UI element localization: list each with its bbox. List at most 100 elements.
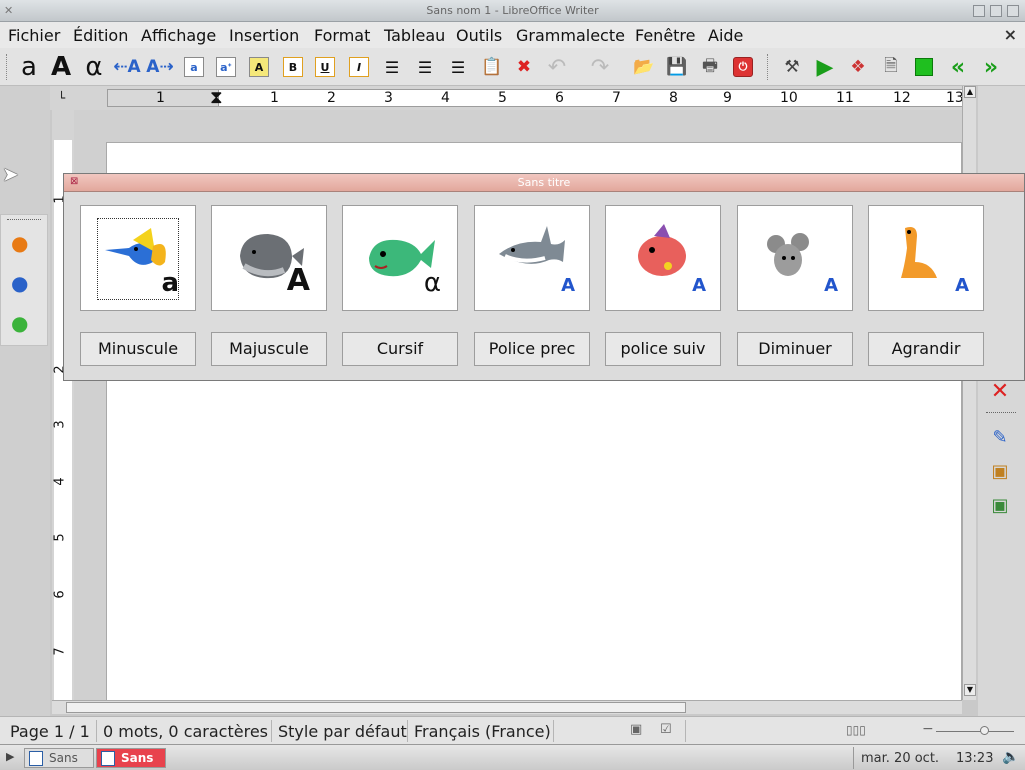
underline-icon[interactable]: U	[311, 53, 339, 81]
cursif-button[interactable]: Cursif	[342, 332, 458, 366]
frog-icon[interactable]: ●	[11, 311, 28, 335]
italic-icon[interactable]: I	[345, 53, 373, 81]
card-agrandir[interactable]: A	[868, 205, 984, 311]
majuscule-button[interactable]: Majuscule	[211, 332, 327, 366]
vruler-number: 6	[52, 590, 68, 599]
tools-icon[interactable]: ⚒	[778, 53, 806, 81]
card-minuscule[interactable]: a	[80, 205, 196, 311]
vruler-number: 3	[52, 420, 68, 429]
bold-icon[interactable]: B	[279, 53, 307, 81]
zoom-thumb[interactable]	[980, 726, 989, 735]
volume-icon[interactable]: 🔈	[1002, 749, 1019, 765]
status-divider	[271, 720, 272, 742]
text-large-icon[interactable]: aᐩ	[212, 53, 240, 81]
minimize-button[interactable]	[973, 5, 985, 17]
scroll-up-icon[interactable]: ▲	[964, 86, 976, 98]
power-icon[interactable]: ⏻	[729, 53, 757, 81]
page-count[interactable]: Page 1 / 1	[10, 722, 90, 741]
font-next-icon[interactable]: A⇢	[146, 53, 174, 81]
hscroll-thumb[interactable]	[66, 702, 686, 713]
save-icon[interactable]: 💾	[663, 53, 691, 81]
hamster-icon[interactable]: ●	[11, 231, 28, 255]
print-icon[interactable]: 🖶	[696, 53, 724, 81]
toolbar-grip[interactable]	[6, 54, 8, 80]
menu-grammalecte[interactable]: Grammalecte	[516, 26, 625, 45]
image-edit-icon[interactable]: ▣	[986, 458, 1014, 484]
police-prec-button[interactable]: Police prec	[474, 332, 590, 366]
menu-edition[interactable]: Édition	[73, 26, 128, 45]
document-icon[interactable]: 🗎	[877, 53, 905, 81]
delete-red-icon[interactable]: ✕	[986, 378, 1014, 404]
selection-mode-icon[interactable]: ▣	[630, 722, 642, 737]
close-window-button[interactable]	[1007, 5, 1019, 17]
tab-stop-icon[interactable]: └	[58, 91, 65, 105]
scroll-down-icon[interactable]: ▼	[964, 684, 976, 696]
police-suiv-button[interactable]: police suiv	[605, 332, 721, 366]
task-sans-2[interactable]: Sans	[96, 748, 166, 768]
indent-marker-icon[interactable]: ⧗	[210, 87, 223, 108]
text-small-icon[interactable]: a	[180, 53, 208, 81]
align-right-icon[interactable]: ☰	[444, 53, 472, 81]
prev-icon[interactable]: «	[944, 53, 972, 81]
word-count[interactable]: 0 mots, 0 caractères	[103, 722, 268, 741]
mouse-pointer-icon: ➤	[2, 162, 19, 186]
lowercase-a-icon[interactable]: a	[15, 52, 43, 82]
task-sans-1[interactable]: Sans	[24, 748, 94, 768]
ruler-number: 3	[384, 90, 393, 106]
menu-format[interactable]: Format	[314, 26, 370, 45]
undo-icon[interactable]: ↶	[543, 53, 571, 81]
open-icon[interactable]: 📂	[630, 53, 658, 81]
vruler-number: 7	[52, 647, 68, 656]
language[interactable]: Français (France)	[414, 722, 551, 741]
horizontal-ruler[interactable]: 1 ⧗ 1 2 3 4 5 6 7 8 9 10 11 12 13 └	[50, 86, 976, 110]
zoom-out-icon[interactable]: −	[922, 721, 934, 737]
date-label[interactable]: mar. 20 oct.	[861, 751, 939, 766]
paste-icon[interactable]: 📋	[478, 53, 506, 81]
card-majuscule[interactable]: A	[211, 205, 327, 311]
menu-tableau[interactable]: Tableau	[384, 26, 445, 45]
card-cursif[interactable]: α	[342, 205, 458, 311]
diminuer-button[interactable]: Diminuer	[737, 332, 853, 366]
image-insert-icon[interactable]: ▣	[986, 492, 1014, 518]
menu-fichier[interactable]: Fichier	[8, 26, 60, 45]
card-diminuer[interactable]: A	[737, 205, 853, 311]
dialog-title: Sans titre	[517, 176, 571, 189]
menu-insertion[interactable]: Insertion	[229, 26, 299, 45]
agrandir-button[interactable]: Agrandir	[868, 332, 984, 366]
horizontal-scrollbar[interactable]	[52, 700, 962, 714]
dock-grip[interactable]	[7, 219, 41, 220]
doc-modified-icon[interactable]: ☑	[660, 722, 672, 737]
card-police-prec[interactable]: A	[474, 205, 590, 311]
edit-pen-icon[interactable]: ✎	[986, 424, 1014, 450]
maximize-button[interactable]	[990, 5, 1002, 17]
font-previous-icon[interactable]: ⇠A	[113, 53, 141, 81]
menu-aide[interactable]: Aide	[708, 26, 743, 45]
next-icon[interactable]: »	[977, 53, 1005, 81]
bird-icon[interactable]: ●	[11, 271, 28, 295]
card-glyph: A	[955, 275, 969, 296]
align-left-icon[interactable]: ☰	[378, 53, 406, 81]
cursive-a-icon[interactable]: α	[80, 52, 108, 82]
minuscule-button[interactable]: Minuscule	[80, 332, 196, 366]
text-highlight-icon[interactable]: A	[245, 53, 273, 81]
dock-grip[interactable]	[986, 412, 1016, 413]
time-label[interactable]: 13:23	[956, 751, 993, 766]
menu-fenetre[interactable]: Fenêtre	[635, 26, 696, 45]
align-center-icon[interactable]: ☰	[411, 53, 439, 81]
delete-icon[interactable]: ✖	[510, 53, 538, 81]
stop-icon[interactable]	[910, 53, 938, 81]
taskbar-menu-icon[interactable]: ▶	[6, 750, 14, 763]
menu-affichage[interactable]: Affichage	[141, 26, 216, 45]
view-layout-icon[interactable]: ▯▯▯	[846, 723, 866, 737]
page-style[interactable]: Style par défaut	[278, 722, 407, 741]
dialog-titlebar[interactable]: ⊠ Sans titre	[64, 174, 1024, 192]
extensions-icon[interactable]: ❖	[844, 53, 872, 81]
card-police-suiv[interactable]: A	[605, 205, 721, 311]
redo-icon[interactable]: ↷	[586, 53, 614, 81]
dialog-close-icon[interactable]: ⊠	[70, 176, 78, 187]
close-document-icon[interactable]: ×	[1004, 25, 1017, 44]
zoom-slider[interactable]	[936, 731, 1014, 732]
play-icon[interactable]: ▶	[811, 53, 839, 81]
menu-outils[interactable]: Outils	[456, 26, 502, 45]
uppercase-a-icon[interactable]: A	[47, 52, 75, 82]
